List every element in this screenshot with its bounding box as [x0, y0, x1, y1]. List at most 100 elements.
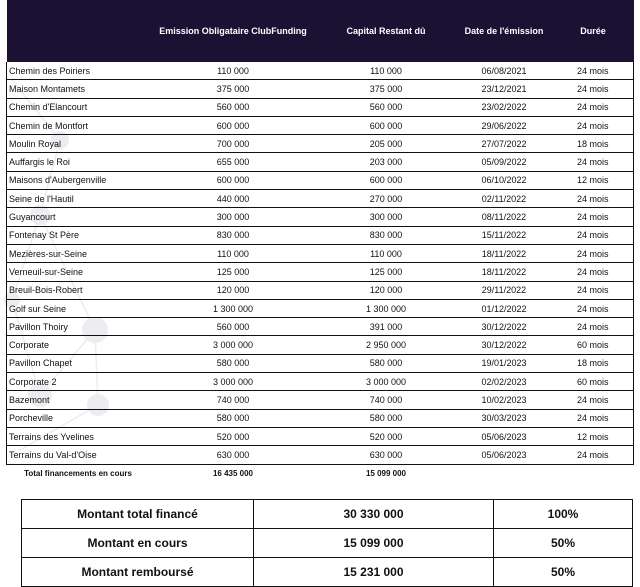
row-name: Terrains des Yvelines [6, 427, 150, 447]
row-emission: 3 000 000 [149, 372, 317, 392]
row-name: Breuil-Bois-Robert [6, 281, 150, 300]
row-date: 06/10/2022 [455, 171, 553, 191]
table-row: Porcheville 580 000 580 000 30/03/2023 24 mo… [6, 409, 634, 428]
row-name: Auffargis le Roi [6, 152, 150, 172]
table-row: Chemin de Montfort 600 000 600 000 29/06/20… [6, 116, 634, 136]
table-row: Pavillon Chapet 580 000 580 000 19/01/2023 1… [6, 354, 634, 374]
row-date: 30/12/2022 [455, 335, 553, 355]
row-capital: 375 000 [316, 79, 456, 99]
table-row: Chemin d'Elancourt 560 000 560 000 23/02/20… [6, 98, 634, 117]
row-date: 02/02/2023 [455, 372, 553, 392]
total-capital: 15 099 000 [365, 468, 407, 478]
row-capital: 270 000 [316, 189, 456, 209]
row-name: Corporate 2 [6, 372, 150, 392]
row-emission: 560 000 [149, 317, 317, 337]
row-name: Pavillon Chapet [6, 354, 150, 374]
row-capital: 3 000 000 [316, 372, 456, 392]
row-duration: 24 mois [552, 152, 634, 172]
financing-table: Emission Obligataire ClubFunding Capital… [6, 0, 634, 482]
header-emission: Emission Obligataire ClubFunding [149, 0, 317, 62]
table-row: Fontenay St Père 830 000 830 000 15/11/2022… [6, 226, 634, 245]
row-emission: 1 300 000 [149, 299, 317, 319]
row-emission: 830 000 [149, 226, 317, 245]
row-date: 19/01/2023 [455, 354, 553, 374]
table-row: Corporate 3 000 000 2 950 000 30/12/2022 60 … [6, 335, 634, 355]
row-capital: 110 000 [316, 62, 456, 81]
row-duration: 18 mois [552, 134, 634, 154]
header-capital: Capital Restant dû [316, 0, 456, 62]
row-name: Chemin des Poiriers [6, 62, 150, 81]
table-row: Mezières-sur-Seine 110 000 110 000 18/11/20… [6, 244, 634, 264]
row-duration: 24 mois [552, 189, 634, 209]
row-name: Bazemont [6, 390, 150, 410]
row-duration: 24 mois [552, 445, 634, 465]
summary-percent: 50% [493, 528, 633, 558]
row-duration: 60 mois [552, 335, 634, 355]
row-name: Chemin d'Elancourt [6, 98, 150, 117]
row-duration: 60 mois [552, 372, 634, 392]
summary-label: Montant total financé [21, 499, 254, 529]
table-header-row: Emission Obligataire ClubFunding Capital… [6, 0, 634, 62]
table-row: Maison Montamets 375 000 375 000 23/12/2021… [6, 79, 634, 99]
row-name: Mezières-sur-Seine [6, 244, 150, 264]
row-duration: 24 mois [552, 299, 634, 319]
total-row: Total financements en cours 16 435 000 1… [7, 464, 634, 482]
row-date: 29/11/2022 [455, 281, 553, 300]
row-name: Fontenay St Père [6, 226, 150, 245]
row-emission: 740 000 [149, 390, 317, 410]
table-row: Guyancourt 300 000 300 000 08/11/2022 24 moi… [6, 207, 634, 227]
table-row: Pavillon Thoiry 560 000 391 000 30/12/2022 2… [6, 317, 634, 337]
row-emission: 600 000 [149, 116, 317, 136]
row-duration: 24 mois [552, 98, 634, 117]
row-duration: 18 mois [552, 354, 634, 374]
table-row: Terrains des Yvelines 520 000 520 000 05/06… [6, 427, 634, 447]
row-date: 05/06/2023 [455, 427, 553, 447]
row-date: 02/11/2022 [455, 189, 553, 209]
row-emission: 560 000 [149, 98, 317, 117]
row-duration: 24 mois [552, 409, 634, 428]
row-capital: 391 000 [316, 317, 456, 337]
row-name: Guyancourt [6, 207, 150, 227]
row-date: 10/02/2023 [455, 390, 553, 410]
table-row: Moulin Royal 700 000 205 000 27/07/2022 18 m… [6, 134, 634, 154]
summary-percent: 50% [493, 557, 633, 587]
row-emission: 600 000 [149, 171, 317, 191]
summary-amount: 30 330 000 [253, 499, 494, 529]
row-capital: 205 000 [316, 134, 456, 154]
summary-label: Montant remboursé [21, 557, 254, 587]
row-date: 15/11/2022 [455, 226, 553, 245]
row-emission: 630 000 [149, 445, 317, 465]
summary-percent: 100% [493, 499, 633, 529]
row-name: Golf sur Seine [6, 299, 150, 319]
row-date: 23/02/2022 [455, 98, 553, 117]
row-duration: 24 mois [552, 226, 634, 245]
row-emission: 300 000 [149, 207, 317, 227]
row-emission: 3 000 000 [149, 335, 317, 355]
row-date: 23/12/2021 [455, 79, 553, 99]
table-row: Corporate 23 000 000 3 000 000 02/02/2023 6… [6, 372, 634, 392]
header-name [6, 0, 150, 62]
summary-row: Montant total financé 30 330 000 100% [21, 499, 633, 529]
row-emission: 440 000 [149, 189, 317, 209]
row-capital: 580 000 [316, 409, 456, 428]
row-capital: 740 000 [316, 390, 456, 410]
row-name: Verneuil-sur-Seine [6, 262, 150, 282]
row-name: Maison Montamets [6, 79, 150, 99]
header-date: Date de l'émission [455, 0, 553, 62]
table-row: Golf sur Seine 1 300 000 1 300 000 01/12/20… [6, 299, 634, 319]
row-duration: 24 mois [552, 116, 634, 136]
row-duration: 12 mois [552, 171, 634, 191]
row-capital: 580 000 [316, 354, 456, 374]
summary-table: Montant total financé 30 330 000 100% Monta… [21, 499, 633, 587]
row-duration: 24 mois [552, 62, 634, 81]
row-emission: 120 000 [149, 281, 317, 300]
row-name: Terrains du Val-d'Oise [6, 445, 150, 465]
row-date: 08/11/2022 [455, 207, 553, 227]
row-duration: 24 mois [552, 244, 634, 264]
total-label: Total financements en cours [24, 468, 132, 478]
row-capital: 125 000 [316, 262, 456, 282]
row-duration: 24 mois [552, 79, 634, 99]
row-capital: 630 000 [316, 445, 456, 465]
row-date: 01/12/2022 [455, 299, 553, 319]
table-row: Terrains du Val-d'Oise 630 000 630 000 05/0… [6, 445, 634, 465]
